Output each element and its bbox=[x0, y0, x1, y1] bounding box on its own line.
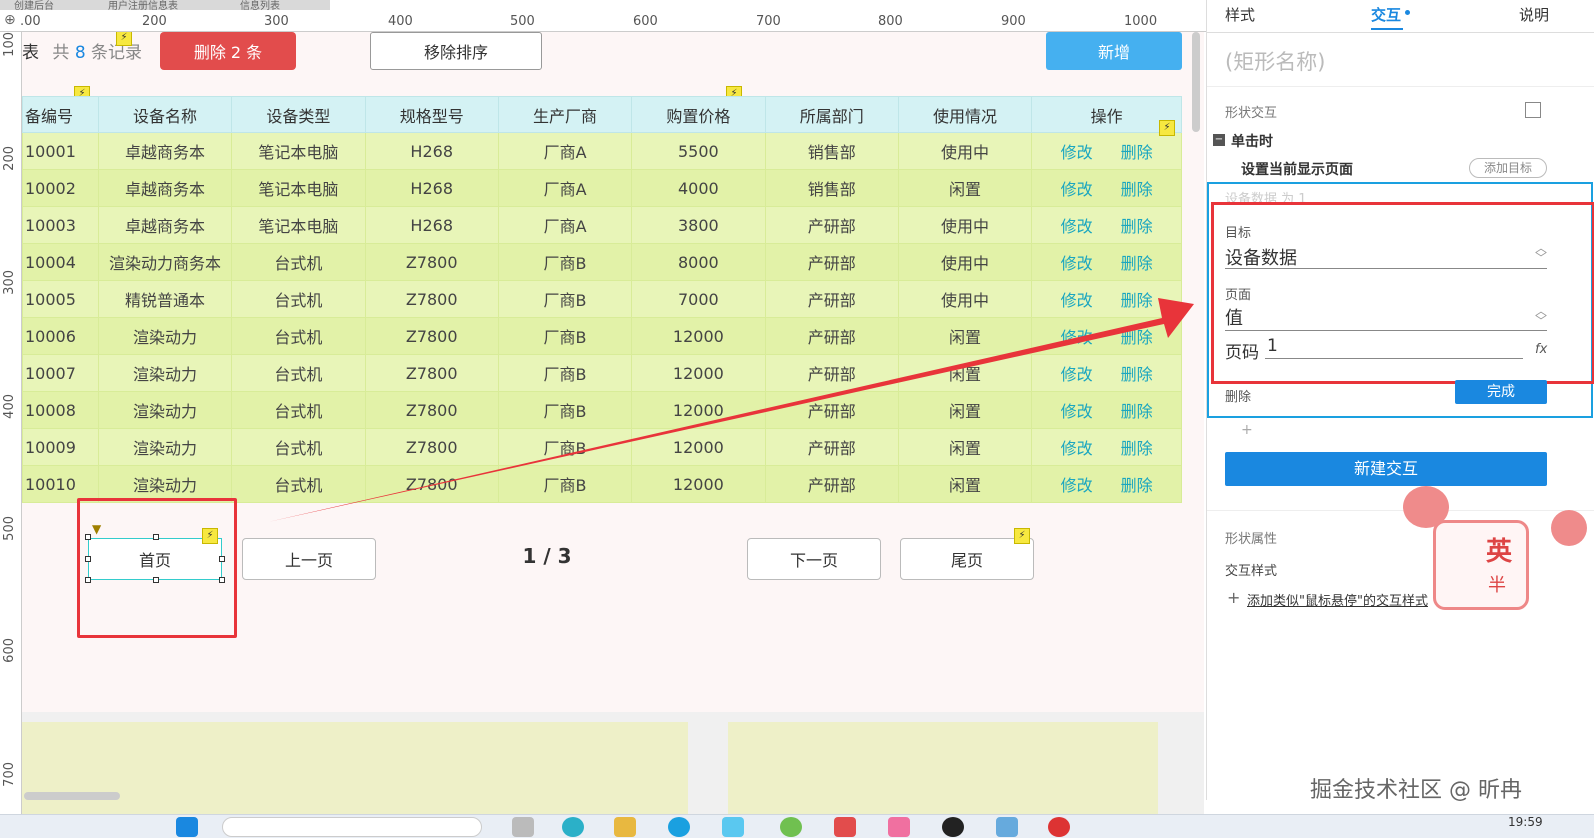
doc-tab-3[interactable]: 信息列表 bbox=[240, 0, 280, 12]
add-icon[interactable]: + bbox=[1227, 588, 1240, 607]
browser-icon[interactable] bbox=[668, 817, 690, 837]
ruler-left-label: 100 bbox=[2, 32, 17, 57]
ruler-top-label: 200 bbox=[142, 14, 167, 29]
field-underline bbox=[1225, 268, 1547, 269]
done-button[interactable]: 完成 bbox=[1455, 380, 1547, 404]
inspector-panel: 样式 交互 说明 (矩形名称) 形状交互 − 单击时 设置当前显示页面 添加目标… bbox=[1206, 0, 1594, 800]
doc-tabstrip[interactable]: 创建后台 用户注册信息表 信息列表 bbox=[0, 0, 330, 12]
page-select[interactable]: 值 bbox=[1225, 304, 1243, 330]
clock: 19:59 bbox=[1508, 815, 1543, 829]
ruler-top-label: .00 bbox=[20, 14, 41, 29]
add-target-button[interactable]: 添加目标 bbox=[1469, 158, 1547, 178]
delete-action-link[interactable]: 删除 bbox=[1225, 386, 1251, 405]
shape-interaction-label: 形状交互 bbox=[1225, 106, 1278, 121]
taskbar-app-icon[interactable] bbox=[942, 817, 964, 837]
shape-name-field[interactable]: (矩形名称) bbox=[1225, 46, 1325, 76]
page-label: 页面 bbox=[1225, 288, 1252, 303]
app-window: 创建后台 用户注册信息表 信息列表 ⊕ .00 200 300 400 500 … bbox=[0, 0, 1594, 838]
ruler-top-label: 300 bbox=[264, 14, 289, 29]
ruler-top: 创建后台 用户注册信息表 信息列表 ⊕ .00 200 300 400 500 … bbox=[0, 0, 1210, 32]
sticker-char: 英 bbox=[1486, 537, 1513, 567]
design-canvas[interactable]: 表 共 8 条记录 ⚡ 删除 2 条 移除排序 新增 ⚡ ⚡ ⚡ 备编号 设备名… bbox=[22, 32, 1204, 814]
field-underline bbox=[1265, 358, 1523, 359]
tab-style[interactable]: 样式 bbox=[1225, 4, 1255, 25]
search-box[interactable] bbox=[222, 817, 482, 837]
active-dot-icon bbox=[1405, 10, 1410, 15]
taskbar: 19:59 bbox=[0, 814, 1594, 838]
new-interaction-button[interactable]: 新建交互 bbox=[1225, 452, 1547, 486]
heart-decoration-icon bbox=[1403, 486, 1449, 528]
panel-header-divider bbox=[1207, 32, 1594, 33]
page-number-input[interactable]: 1 bbox=[1267, 336, 1278, 356]
shape-props-label: 形状属性 bbox=[1225, 532, 1278, 547]
divider bbox=[1207, 86, 1594, 87]
ruler-top-label: 500 bbox=[510, 14, 535, 29]
tab-underline bbox=[1371, 28, 1403, 30]
ruler-left-label: 600 bbox=[2, 638, 17, 663]
select-arrows-icon[interactable]: ︿ ﹀ bbox=[1535, 242, 1547, 264]
ruler-top-label: 800 bbox=[878, 14, 903, 29]
tab-notes[interactable]: 说明 bbox=[1519, 4, 1549, 25]
taskbar-app-icon[interactable] bbox=[834, 817, 856, 837]
ruler-left-label: 500 bbox=[2, 516, 17, 541]
doc-tab-1[interactable]: 创建后台 bbox=[14, 0, 54, 12]
add-hover-style-link[interactable]: 添加类似"鼠标悬停"的交互样式 bbox=[1247, 590, 1428, 609]
windows-start-icon[interactable] bbox=[176, 817, 198, 837]
ruler-left-label: 700 bbox=[2, 762, 17, 787]
page-number-label: 页码 bbox=[1225, 343, 1259, 363]
lightning-icon[interactable]: ⚡ bbox=[1159, 120, 1175, 136]
taskbar-app-icon[interactable] bbox=[562, 817, 584, 837]
taskbar-app-icon[interactable] bbox=[888, 817, 910, 837]
tab-interaction[interactable]: 交互 bbox=[1371, 4, 1401, 25]
collapse-icon[interactable]: − bbox=[1213, 134, 1225, 146]
function-icon[interactable]: fx bbox=[1535, 342, 1547, 357]
ruler-left: 100 200 300 400 500 600 700 bbox=[0, 32, 22, 814]
folder-icon[interactable] bbox=[614, 817, 636, 837]
sticker-decoration: 英 半 bbox=[1433, 520, 1529, 610]
crosshair-icon: ⊕ bbox=[4, 12, 16, 28]
taskbar-app-icon[interactable] bbox=[1048, 817, 1070, 837]
ruler-top-label: 1000 bbox=[1124, 14, 1158, 29]
action-set-page[interactable]: 设置当前显示页面 bbox=[1241, 159, 1353, 179]
ruler-top-label: 600 bbox=[633, 14, 658, 29]
heart-decoration-icon bbox=[1551, 510, 1587, 546]
watermark: 掘金技术社区 @ 昕冉 bbox=[1310, 778, 1522, 803]
taskbar-app-icon[interactable] bbox=[780, 817, 802, 837]
taskbar-app-icon[interactable] bbox=[722, 817, 744, 837]
ruler-left-label: 400 bbox=[2, 394, 17, 419]
field-underline bbox=[1225, 330, 1547, 331]
ruler-left-label: 300 bbox=[2, 270, 17, 295]
taskbar-app-icon[interactable] bbox=[512, 817, 534, 837]
ruler-top-label: 400 bbox=[388, 14, 413, 29]
ruler-left-label: 200 bbox=[2, 146, 17, 171]
add-action-icon[interactable]: + bbox=[1241, 422, 1253, 438]
taskbar-app-icon[interactable] bbox=[996, 817, 1018, 837]
target-label: 目标 bbox=[1225, 226, 1252, 241]
annotation-arrow bbox=[268, 298, 1194, 522]
ruler-top-label: 700 bbox=[756, 14, 781, 29]
doc-tab-2[interactable]: 用户注册信息表 bbox=[108, 0, 178, 12]
divider bbox=[1207, 510, 1594, 511]
target-select[interactable]: 设备数据 bbox=[1225, 244, 1297, 270]
ruler-top-label: 900 bbox=[1001, 14, 1026, 29]
expand-icon[interactable] bbox=[1525, 102, 1541, 118]
sticker-char: 半 bbox=[1488, 575, 1506, 596]
event-click[interactable]: 单击时 bbox=[1231, 131, 1273, 151]
select-arrows-icon[interactable]: ︿ ﹀ bbox=[1535, 305, 1547, 327]
interaction-style-label: 交互样式 bbox=[1225, 564, 1278, 579]
